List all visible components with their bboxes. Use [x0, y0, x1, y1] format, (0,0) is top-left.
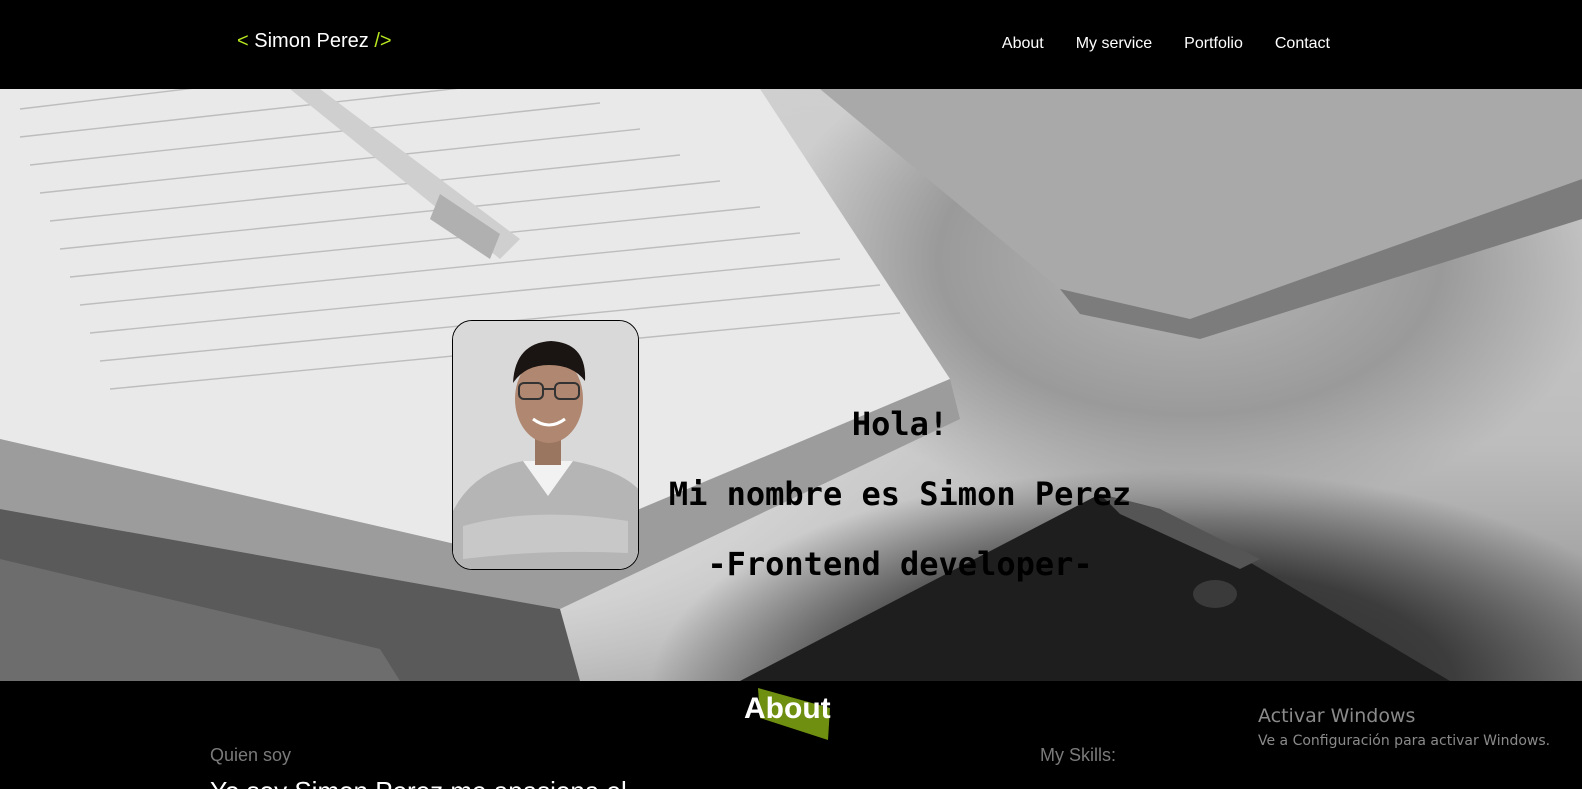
watermark-title: Activar Windows	[1258, 705, 1416, 727]
hero-name: Mi nombre es Simon Perez	[668, 475, 1132, 513]
hero-role: -Frontend developer-	[707, 545, 1093, 583]
nav-portfolio-link[interactable]: Portfolio	[1184, 35, 1243, 53]
main-nav: About My service Portfolio Contact	[1002, 35, 1330, 53]
logo-name: Simon Perez	[254, 30, 369, 52]
watermark-subtitle: Ve a Configuración para activar Windows.	[1258, 733, 1551, 749]
nav-my-service-link[interactable]: My service	[1076, 35, 1152, 53]
nav-contact-link[interactable]: Contact	[1275, 35, 1330, 53]
about-title: About	[744, 692, 831, 725]
windows-activation-watermark: Activar Windows Ve a Configuración para …	[1258, 705, 1550, 749]
hero-intro: Hola! Mi nombre es Simon Perez -Frontend…	[640, 389, 1160, 599]
my-skills-label: My Skills:	[1040, 745, 1116, 765]
hero-greeting: Hola!	[851, 405, 949, 443]
site-header: < Simon Perez /> About My service Portfo…	[0, 0, 1582, 89]
portfolio-page: < Simon Perez /> About My service Portfo…	[0, 0, 1582, 789]
nav-about-link[interactable]: About	[1002, 35, 1044, 53]
who-am-i-label: Quien soy	[210, 745, 292, 765]
logo-close-bracket: />	[374, 30, 392, 52]
about-heading: About	[744, 688, 840, 740]
profile-photo	[452, 320, 639, 570]
site-logo[interactable]: < Simon Perez />	[237, 30, 392, 53]
hero-section: Hola! Mi nombre es Simon Perez -Frontend…	[0, 89, 1582, 681]
logo-open-bracket: <	[237, 30, 249, 52]
about-intro-text: Yo soy Simon Perez me apasiona el	[210, 776, 627, 789]
profile-portrait-image	[453, 321, 638, 569]
